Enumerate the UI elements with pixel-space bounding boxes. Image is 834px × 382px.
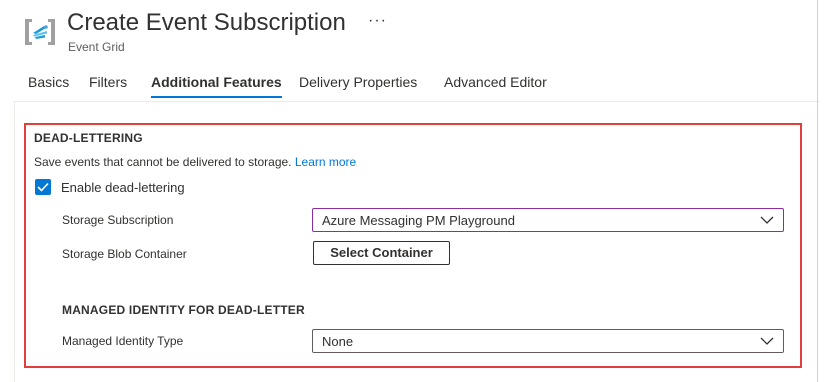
- enable-dead-lettering-label: Enable dead-lettering: [61, 180, 185, 195]
- page-subtitle: Event Grid: [68, 40, 125, 54]
- managed-identity-type-value: None: [322, 334, 354, 349]
- learn-more-link[interactable]: Learn more: [295, 155, 356, 169]
- dead-lettering-heading: DEAD-LETTERING: [34, 131, 143, 145]
- tab-filters[interactable]: Filters: [89, 74, 127, 96]
- tab-divider: [14, 101, 820, 102]
- event-grid-icon: [22, 14, 58, 50]
- page-title: Create Event Subscription: [67, 9, 346, 36]
- storage-subscription-dropdown[interactable]: Azure Messaging PM Playground: [312, 208, 784, 232]
- managed-identity-heading: MANAGED IDENTITY FOR DEAD-LETTER: [62, 303, 305, 317]
- managed-identity-type-dropdown[interactable]: None: [312, 329, 784, 353]
- chevron-down-icon: [760, 337, 774, 345]
- tab-advanced-editor[interactable]: Advanced Editor: [444, 74, 547, 96]
- managed-identity-type-label: Managed Identity Type: [62, 334, 184, 348]
- tab-delivery-properties[interactable]: Delivery Properties: [299, 74, 417, 96]
- checkmark-icon: [37, 182, 49, 192]
- description-text: Save events that cannot be delivered to …: [34, 155, 292, 169]
- content-right-border: [817, 0, 818, 382]
- select-container-button[interactable]: Select Container: [313, 241, 450, 265]
- enable-dead-lettering-checkbox[interactable]: [35, 179, 51, 195]
- dead-lettering-description: Save events that cannot be delivered to …: [34, 155, 356, 169]
- tab-additional-features[interactable]: Additional Features: [151, 74, 282, 98]
- storage-subscription-label: Storage Subscription: [62, 213, 174, 227]
- tab-basics[interactable]: Basics: [28, 74, 69, 96]
- chevron-down-icon: [760, 216, 774, 224]
- storage-blob-container-label: Storage Blob Container: [62, 247, 187, 261]
- content-left-border: [14, 101, 15, 382]
- storage-subscription-value: Azure Messaging PM Playground: [322, 213, 515, 228]
- more-options-button[interactable]: ···: [368, 12, 387, 30]
